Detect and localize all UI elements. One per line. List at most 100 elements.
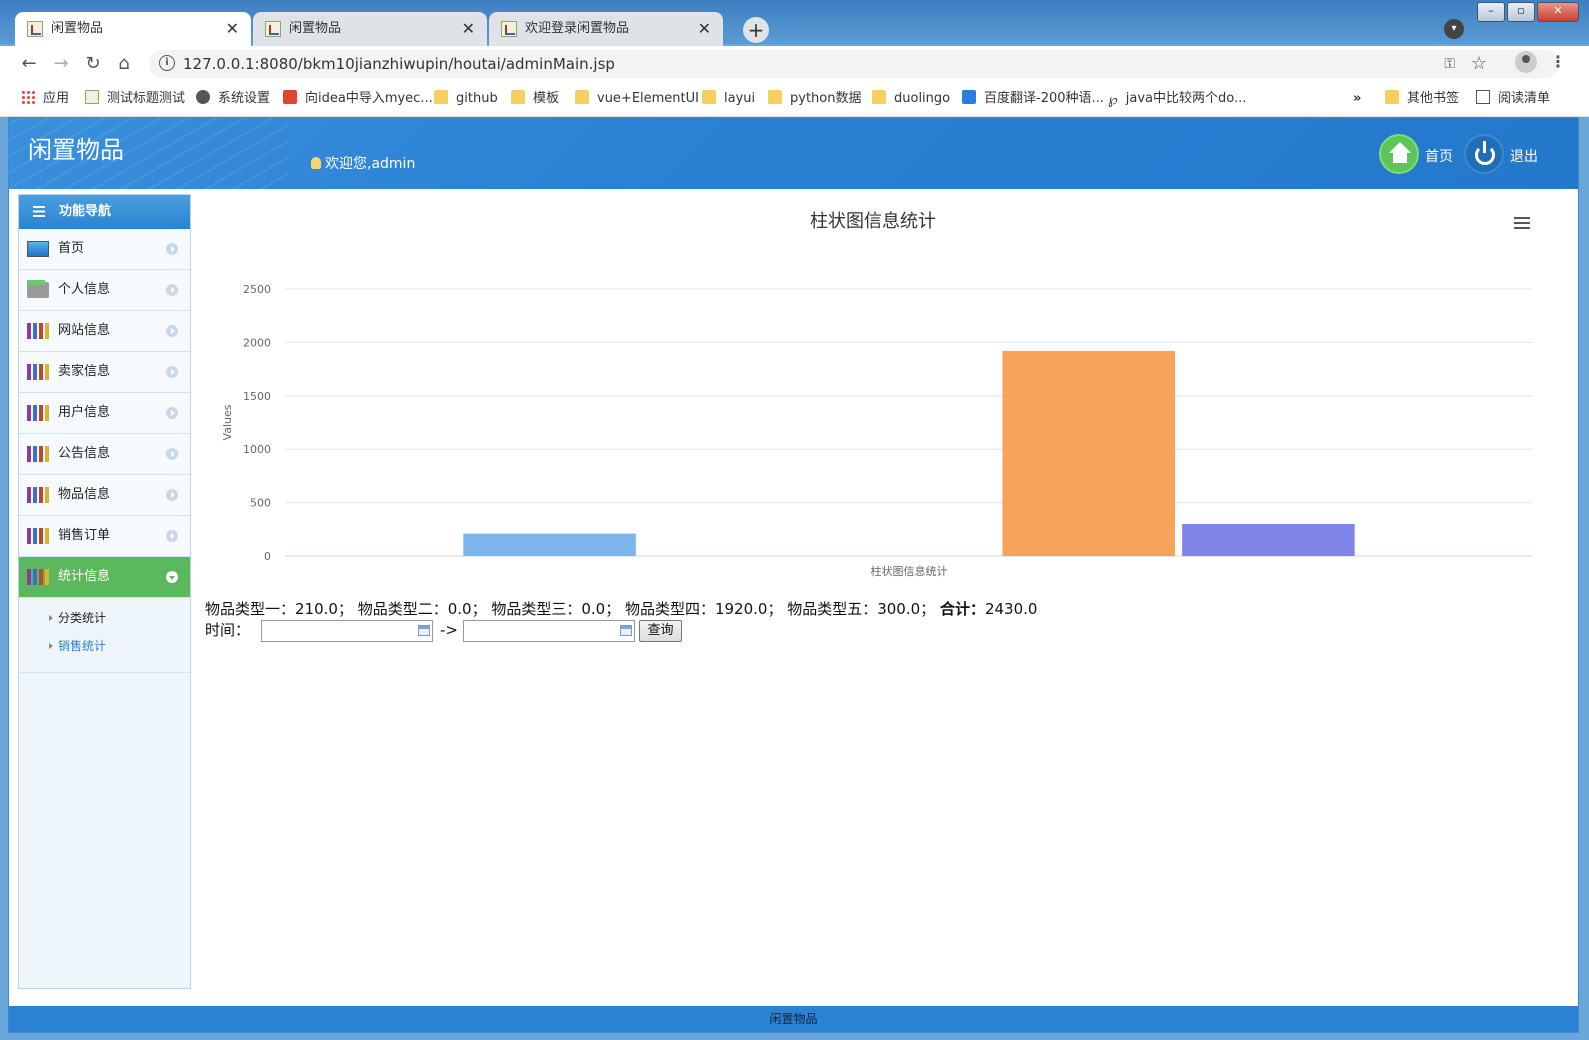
chevron-right-icon: [166, 489, 178, 501]
site-info-icon[interactable]: i: [159, 55, 175, 71]
key-icon[interactable]: ⚿: [1444, 56, 1455, 72]
chart-title: 柱状图信息统计: [810, 211, 936, 232]
books-icon: [27, 487, 49, 503]
bookmark-apps[interactable]: 应用: [21, 82, 69, 116]
y-tick-label: 2500: [243, 283, 271, 296]
site-footer: 闲置物品: [9, 1006, 1578, 1032]
address-bar[interactable]: i 127.0.0.1:8080/bkm10jianzhiwupin/houta…: [149, 50, 1559, 78]
total-label: 合计：: [939, 600, 985, 618]
minimize-button[interactable]: –: [1477, 2, 1505, 22]
site-title: 闲置物品: [28, 136, 124, 164]
start-date-input[interactable]: [261, 620, 433, 642]
submenu-sales-stats[interactable]: 销售统计: [19, 632, 190, 660]
star-icon[interactable]: ☆: [1471, 53, 1487, 74]
bookmark-folder[interactable]: layui: [702, 82, 755, 116]
folder-icon: [1385, 90, 1399, 104]
tab-label: 闲置物品: [51, 21, 104, 36]
y-tick-label: 1000: [243, 443, 271, 456]
chart-menu-icon[interactable]: [1514, 217, 1530, 229]
more-menu-icon[interactable]: ⋮: [1550, 52, 1566, 71]
calendar-icon[interactable]: [620, 625, 632, 636]
range-arrow: ->: [440, 621, 458, 639]
new-tab-button[interactable]: +: [743, 17, 769, 43]
web-page: 闲置物品 欢迎您,admin 首页 退出 功能导航 首页 个人信息 网站信息 卖…: [8, 117, 1579, 1033]
bar-5: [1182, 523, 1355, 556]
sidebar-item-home[interactable]: 首页: [19, 229, 190, 270]
main-content: 柱状图信息统计 0 500 1000 1500 2000 2500 Values 柱状图信息统…: [193, 194, 1576, 989]
bookmarks-bar: 应用 测试标题测试 系统设置 向idea中导入myec... github 模板…: [0, 82, 1589, 117]
x-axis-label: 柱状图信息统计: [871, 564, 948, 578]
bookmark-item[interactable]: 向idea中导入myec...: [283, 82, 433, 116]
url-text[interactable]: 127.0.0.1:8080/bkm10jianzhiwupin/houtai/…: [183, 50, 615, 78]
query-row: 时间： -> 查询: [205, 619, 682, 642]
folder-icon: [434, 90, 448, 104]
page-favicon-icon: [27, 21, 43, 37]
back-arrow-icon[interactable]: ←: [17, 52, 41, 76]
sidebar-header: 功能导航: [19, 195, 190, 229]
calendar-icon[interactable]: [418, 625, 430, 636]
chevron-right-icon: [166, 366, 178, 378]
bookmark-folder[interactable]: python数据: [768, 82, 861, 116]
tab-close-icon[interactable]: ✕: [226, 12, 239, 46]
sidebar-item-users[interactable]: 用户信息: [19, 393, 190, 434]
close-window-button[interactable]: ✕: [1537, 2, 1579, 22]
tab-search-icon[interactable]: ▾: [1444, 19, 1464, 39]
y-tick-label: 2000: [243, 336, 271, 349]
chevron-right-icon: [166, 243, 178, 255]
restore-button[interactable]: ▫: [1507, 2, 1535, 22]
profile-avatar-icon[interactable]: [1515, 51, 1537, 73]
sidebar-item-site-info[interactable]: 网站信息: [19, 311, 190, 352]
query-button[interactable]: 查询: [639, 620, 682, 642]
bookmark-folder[interactable]: duolingo: [872, 82, 950, 116]
tab-label: 闲置物品: [289, 21, 342, 36]
translate-icon: [962, 90, 976, 104]
page-icon: [85, 90, 99, 104]
bookmarks-overflow-button[interactable]: »: [1353, 82, 1361, 116]
sidebar-item-orders[interactable]: 销售订单: [19, 516, 190, 557]
browser-tab-1[interactable]: 闲置物品 ✕: [15, 12, 251, 46]
chevron-right-icon: [166, 325, 178, 337]
bookmark-item[interactable]: ℘ java中比较两个do...: [1108, 82, 1246, 116]
books-icon: [27, 323, 49, 339]
books-icon: [27, 405, 49, 421]
y-axis-label: Values: [221, 404, 234, 440]
bookmark-folder[interactable]: github: [434, 82, 498, 116]
bookmark-item[interactable]: 系统设置: [196, 82, 270, 116]
chevron-right-icon: [166, 407, 178, 419]
tab-close-icon[interactable]: ✕: [462, 12, 475, 46]
bookmark-folder[interactable]: vue+ElementUI: [575, 82, 699, 116]
browser-tab-3[interactable]: 欢迎登录闲置物品 ✕: [489, 12, 723, 46]
chevron-right-icon: [166, 284, 178, 296]
other-bookmarks[interactable]: 其他书签: [1385, 82, 1459, 116]
forward-arrow-icon[interactable]: →: [49, 52, 73, 76]
statistics-submenu: 分类统计 销售统计: [19, 598, 190, 673]
end-date-input[interactable]: [463, 620, 635, 642]
folder-icon: [575, 90, 589, 104]
bookmark-item[interactable]: 测试标题测试: [85, 82, 185, 116]
page-favicon-icon: [501, 21, 517, 37]
script-icon: ℘: [1108, 92, 1118, 108]
sidebar-item-notices[interactable]: 公告信息: [19, 434, 190, 475]
sidebar-item-sellers[interactable]: 卖家信息: [19, 352, 190, 393]
books-icon: [27, 528, 49, 544]
submenu-category-stats[interactable]: 分类统计: [19, 604, 190, 632]
bookmark-item[interactable]: 百度翻译-200种语...: [962, 82, 1104, 116]
total-value: 2430.0: [984, 600, 1038, 618]
books-icon: [27, 569, 49, 585]
folder-icon: [872, 90, 886, 104]
reading-list-icon: [1476, 90, 1490, 104]
home-icon[interactable]: ⌂: [112, 52, 136, 76]
reading-list[interactable]: 阅读清单: [1476, 82, 1550, 116]
sidebar-item-statistics[interactable]: 统计信息: [19, 557, 190, 598]
sidebar-item-goods[interactable]: 物品信息: [19, 475, 190, 516]
chevron-down-icon: [166, 571, 178, 583]
time-label: 时间：: [205, 621, 251, 639]
reload-icon[interactable]: ↻: [81, 52, 105, 76]
browser-tab-2[interactable]: 闲置物品 ✕: [253, 12, 487, 46]
tab-close-icon[interactable]: ✕: [698, 12, 711, 46]
folder-icon: [511, 90, 525, 104]
sidebar-item-profile[interactable]: 个人信息: [19, 270, 190, 311]
list-icon: [33, 206, 45, 217]
home-icon: [1379, 134, 1419, 174]
bookmark-folder[interactable]: 模板: [511, 82, 559, 116]
